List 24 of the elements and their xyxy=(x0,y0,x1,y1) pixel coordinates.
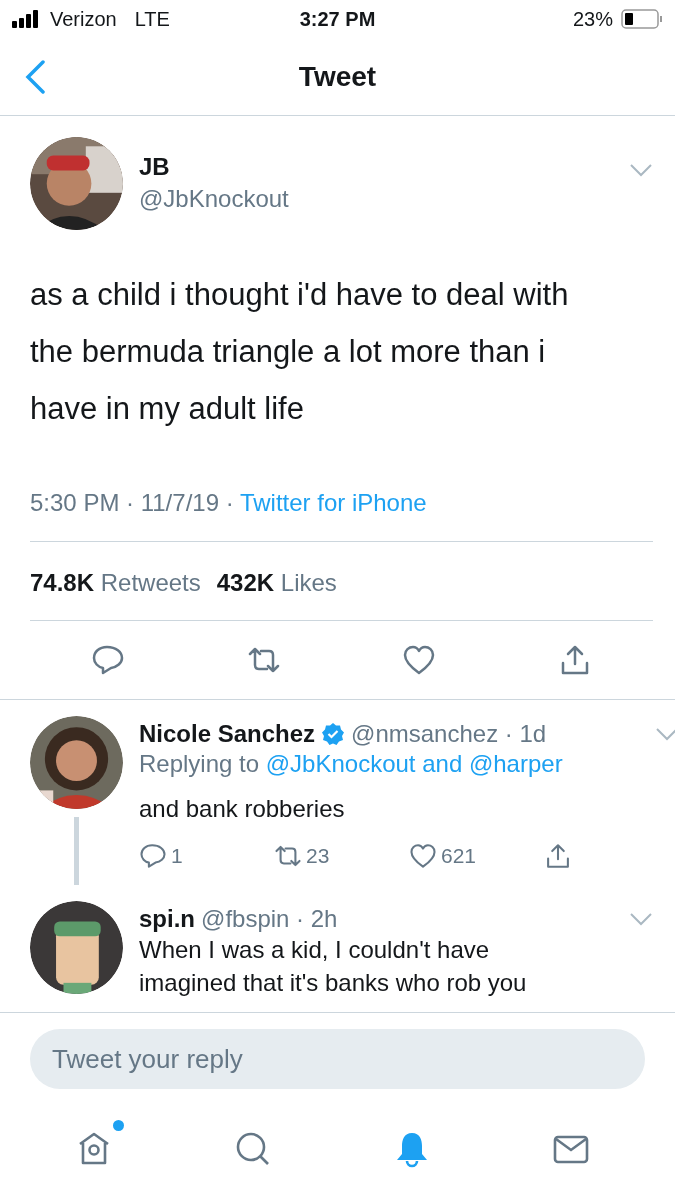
user-name: Nicole Sanchez xyxy=(139,720,316,748)
user-handle: @JbKnockout xyxy=(139,185,290,213)
network-type: LTE xyxy=(134,7,170,31)
reply-count: 1 xyxy=(171,844,183,868)
retweet-count: 23 xyxy=(306,844,330,868)
battery-percent: 23% xyxy=(572,7,613,31)
reply-field[interactable]: Tweet your reply xyxy=(30,1029,645,1089)
user-name: spi.n xyxy=(139,905,195,933)
reply-text: When I was a kid, I couldn't have imagined that it's banks who rob you xyxy=(139,935,528,998)
page-title: Tweet xyxy=(298,60,377,93)
user-name: JB xyxy=(139,153,171,181)
mention-link[interactable]: @JbKnockout and @harper xyxy=(265,750,563,777)
clock-time: 3:27 PM xyxy=(299,7,376,31)
retweet-count: 74.8K Retweets xyxy=(30,569,201,597)
tweet-timestamp: 5:30 PM · 11/7/19 · xyxy=(30,489,235,516)
source-link[interactable]: Twitter for iPhone xyxy=(239,489,427,516)
user-handle: @fbspin · 2h xyxy=(201,905,338,933)
replying-label: Replying to xyxy=(139,750,261,777)
like-count: 621 xyxy=(441,844,477,868)
tweet-text: as a child i thought i'd have to deal with the bermuda triangle a lot more than i have in my adult life xyxy=(30,276,570,428)
carrier-name: Verizon xyxy=(50,7,117,31)
reply-text: and bank robberies xyxy=(139,794,346,824)
user-handle: @nmsanchez · 1d xyxy=(351,720,547,748)
like-count: 432K Likes xyxy=(216,569,337,597)
